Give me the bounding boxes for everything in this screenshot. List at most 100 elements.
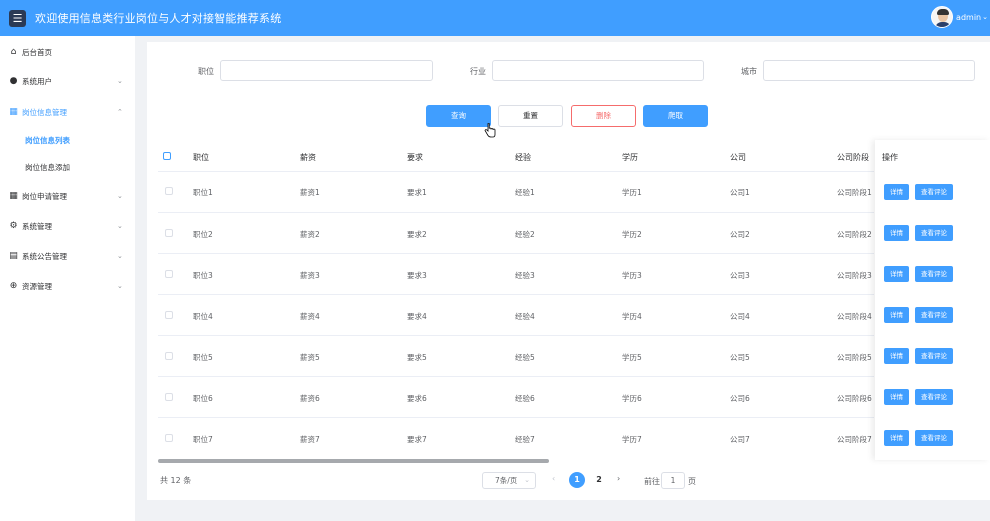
table-cell: 经验3: [515, 271, 535, 280]
plus-circle-icon: ⊕: [9, 280, 18, 291]
sidebar-item-resources[interactable]: ⊕ 资源管理 ⌄: [0, 276, 135, 296]
table-cell: 公司4: [730, 312, 750, 321]
sidebar-subitem-label: 岗位信息添加: [25, 162, 70, 172]
sidebar-item-label: 系统用户: [22, 76, 52, 86]
table-cell: 职位7: [193, 435, 213, 444]
page-number[interactable]: 1: [569, 472, 585, 488]
sidebar-item-system-management[interactable]: ⚙ 系统管理 ⌄: [0, 216, 135, 236]
chevron-up-icon: ⌃: [117, 108, 123, 116]
chevron-down-icon[interactable]: ⌄: [982, 13, 988, 21]
sidebar-item-dashboard[interactable]: ⌂ 后台首页: [0, 42, 135, 62]
table-cell: 职位1: [193, 188, 213, 197]
table-cell: 薪资3: [300, 271, 320, 280]
table-cell: 薪资7: [300, 435, 320, 444]
industry-filter-input[interactable]: [492, 60, 704, 81]
detail-button[interactable]: 详情: [884, 389, 909, 405]
goto-prefix: 前往: [644, 477, 660, 486]
prev-page-icon[interactable]: ‹: [552, 474, 555, 483]
avatar[interactable]: [931, 6, 954, 28]
delete-button[interactable]: 删除: [571, 105, 636, 127]
position-filter-input[interactable]: [220, 60, 433, 81]
row-checkbox[interactable]: [165, 352, 173, 360]
sidebar-item-system-users[interactable]: ● 系统用户 ⌄: [0, 71, 135, 91]
table-cell: 公司5: [730, 353, 750, 362]
sidebar-item-announcements[interactable]: ▤ 系统公告管理 ⌄: [0, 246, 135, 266]
chevron-down-icon: ⌄: [117, 222, 123, 230]
user-menu[interactable]: admin ⌄: [931, 6, 988, 28]
row-divider: [158, 253, 874, 254]
city-filter-label: 城市: [741, 67, 757, 76]
table-cell: 要求7: [407, 435, 427, 444]
column-header: 经验: [515, 153, 531, 162]
sidebar-item-job-applications[interactable]: ▦ 岗位申请管理 ⌄: [0, 186, 135, 206]
total-count: 共 12 条: [160, 476, 192, 485]
table-cell: 职位3: [193, 271, 213, 280]
detail-button[interactable]: 详情: [884, 266, 909, 282]
view-comments-button[interactable]: 查看评论: [915, 430, 953, 446]
horizontal-scrollbar[interactable]: [158, 459, 549, 463]
chevron-down-icon: ⌄: [117, 282, 123, 290]
table-cell: 公司2: [730, 230, 750, 239]
table-cell: 公司7: [730, 435, 750, 444]
table-cell: 要求6: [407, 394, 427, 403]
detail-button[interactable]: 详情: [884, 307, 909, 323]
view-comments-button[interactable]: 查看评论: [915, 225, 953, 241]
row-checkbox[interactable]: [165, 187, 173, 195]
query-button[interactable]: 查询: [426, 105, 491, 127]
crawl-button[interactable]: 爬取: [643, 105, 708, 127]
table-cell: 公司6: [730, 394, 750, 403]
user-icon: ●: [9, 75, 18, 86]
table-cell: 学历5: [622, 353, 642, 362]
view-comments-button[interactable]: 查看评论: [915, 307, 953, 323]
detail-button[interactable]: 详情: [884, 225, 909, 241]
column-header: 职位: [193, 153, 209, 162]
sidebar-item-label: 后台首页: [22, 47, 52, 57]
column-header: 学历: [622, 153, 638, 162]
page-size-select[interactable]: 7条/页 ⌄: [482, 472, 536, 489]
table-cell: 学历4: [622, 312, 642, 321]
sidebar-subitem-label: 岗位信息列表: [25, 135, 70, 145]
row-checkbox[interactable]: [165, 229, 173, 237]
menu-toggle-icon[interactable]: ☰: [9, 9, 26, 27]
view-comments-button[interactable]: 查看评论: [915, 266, 953, 282]
table-cell: 薪资4: [300, 312, 320, 321]
table-cell: 公司阶段2: [837, 230, 872, 239]
table-cell: 学历2: [622, 230, 642, 239]
table-cell: 要求3: [407, 271, 427, 280]
sidebar-subitem-job-list[interactable]: 岗位信息列表: [0, 130, 135, 150]
sidebar: ⌂ 后台首页 ● 系统用户 ⌄ ▦ 岗位信息管理 ⌃ 岗位信息列表 岗位信息添加…: [0, 36, 135, 521]
view-comments-button[interactable]: 查看评论: [915, 389, 953, 405]
row-checkbox[interactable]: [165, 311, 173, 319]
view-comments-button[interactable]: 查看评论: [915, 184, 953, 200]
table-cell: 要求4: [407, 312, 427, 321]
row-divider: [158, 417, 874, 418]
row-checkbox[interactable]: [165, 434, 173, 442]
operations-header: 操作: [882, 153, 898, 162]
goto-page-input[interactable]: 1: [661, 472, 685, 489]
view-comments-button[interactable]: 查看评论: [915, 348, 953, 364]
sidebar-subitem-job-add[interactable]: 岗位信息添加: [0, 157, 135, 177]
reset-button[interactable]: 重置: [498, 105, 563, 127]
detail-button[interactable]: 详情: [884, 348, 909, 364]
sidebar-item-label: 岗位申请管理: [22, 191, 67, 201]
row-checkbox[interactable]: [165, 393, 173, 401]
row-divider: [158, 376, 874, 377]
detail-button[interactable]: 详情: [884, 430, 909, 446]
table-cell: 学历7: [622, 435, 642, 444]
table-cell: 要求2: [407, 230, 427, 239]
city-filter-input[interactable]: [763, 60, 975, 81]
detail-button[interactable]: 详情: [884, 184, 909, 200]
top-bar: ☰ 欢迎使用信息类行业岗位与人才对接智能推荐系统 admin ⌄: [0, 0, 990, 36]
next-page-icon[interactable]: ›: [617, 474, 620, 483]
username[interactable]: admin: [956, 13, 981, 22]
sidebar-item-job-info[interactable]: ▦ 岗位信息管理 ⌃: [0, 102, 135, 122]
table-cell: 公司阶段7: [837, 435, 872, 444]
row-checkbox[interactable]: [165, 270, 173, 278]
select-all-checkbox[interactable]: [163, 152, 171, 160]
page-number[interactable]: 2: [591, 472, 607, 488]
table-cell: 职位2: [193, 230, 213, 239]
table-cell: 经验7: [515, 435, 535, 444]
table-cell: 经验6: [515, 394, 535, 403]
home-icon: ⌂: [10, 46, 17, 57]
sidebar-item-label: 系统公告管理: [22, 251, 67, 261]
